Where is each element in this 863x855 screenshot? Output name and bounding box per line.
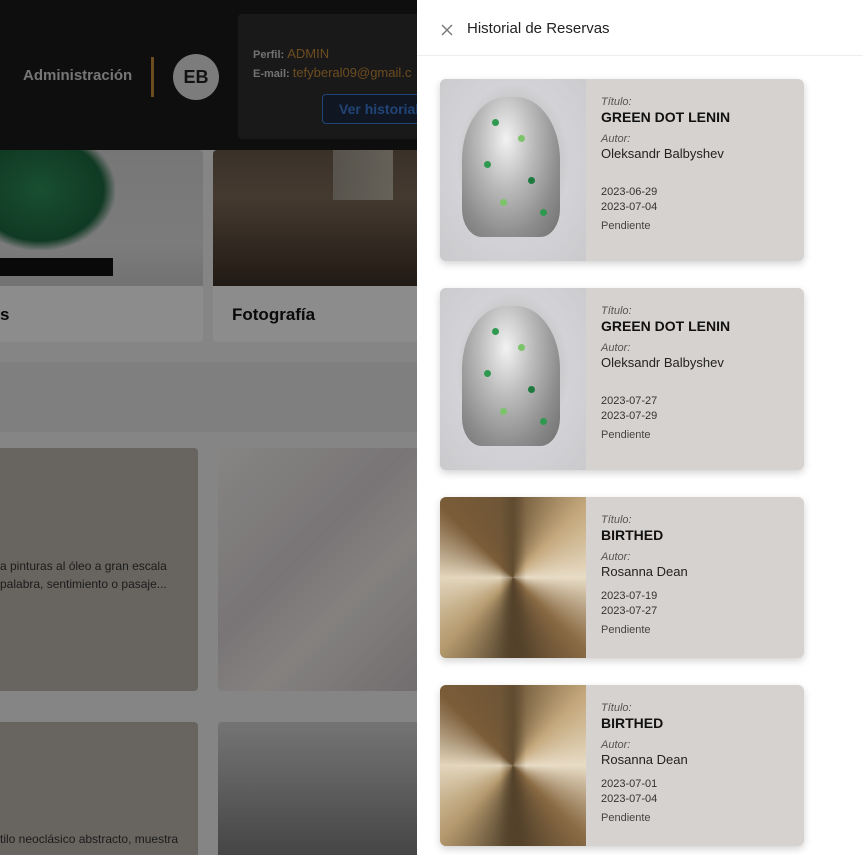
reservation-info: Título: BIRTHED Autor: Rosanna Dean 2023… <box>601 514 801 636</box>
start-date: 2023-07-01 <box>601 778 658 790</box>
author-label: Autor: <box>601 342 631 354</box>
title-label: Título: <box>601 702 632 714</box>
artwork-author: Rosanna Dean <box>601 564 688 579</box>
artwork-title: GREEN DOT LENIN <box>601 318 731 334</box>
drawer-title: Historial de Reservas <box>467 20 610 37</box>
author-label: Autor: <box>601 133 631 145</box>
title-label: Título: <box>601 96 632 108</box>
artwork-author: Oleksandr Balbyshev <box>601 355 724 370</box>
start-date: 2023-06-29 <box>601 186 658 198</box>
artwork-author: Oleksandr Balbyshev <box>601 146 724 161</box>
reservation-card[interactable]: Título: GREEN DOT LENIN Autor: Oleksandr… <box>440 79 804 261</box>
end-date: 2023-07-04 <box>601 793 658 805</box>
status-text: Pendiente <box>601 624 651 636</box>
reservation-info: Título: GREEN DOT LENIN Autor: Oleksandr… <box>601 96 801 232</box>
drawer-header: Historial de Reservas <box>417 0 863 56</box>
artwork-title: BIRTHED <box>601 715 664 731</box>
author-label: Autor: <box>601 739 631 751</box>
start-date: 2023-07-19 <box>601 590 658 602</box>
reservation-card[interactable]: Título: GREEN DOT LENIN Autor: Oleksandr… <box>440 288 804 470</box>
reservation-info: Título: BIRTHED Autor: Rosanna Dean 2023… <box>601 702 801 824</box>
reservation-card[interactable]: Título: BIRTHED Autor: Rosanna Dean 2023… <box>440 685 804 846</box>
artwork-title: BIRTHED <box>601 527 664 543</box>
title-label: Título: <box>601 305 632 317</box>
end-date: 2023-07-29 <box>601 410 658 422</box>
status-text: Pendiente <box>601 220 651 232</box>
author-label: Autor: <box>601 551 631 563</box>
end-date: 2023-07-04 <box>601 201 658 213</box>
artwork-thumbnail <box>440 497 586 658</box>
end-date: 2023-07-27 <box>601 605 658 617</box>
artwork-thumbnail <box>440 685 586 846</box>
title-label: Título: <box>601 514 632 526</box>
start-date: 2023-07-27 <box>601 395 658 407</box>
reservation-info: Título: GREEN DOT LENIN Autor: Oleksandr… <box>601 305 801 441</box>
status-text: Pendiente <box>601 429 651 441</box>
reservation-card[interactable]: Título: BIRTHED Autor: Rosanna Dean 2023… <box>440 497 804 658</box>
artwork-title: GREEN DOT LENIN <box>601 109 731 125</box>
artwork-thumbnail <box>440 288 586 470</box>
status-text: Pendiente <box>601 812 651 824</box>
artwork-author: Rosanna Dean <box>601 752 688 767</box>
history-drawer: Historial de Reservas Título: GREEN DOT … <box>417 0 863 855</box>
artwork-thumbnail <box>440 79 586 261</box>
close-icon[interactable] <box>439 22 455 38</box>
